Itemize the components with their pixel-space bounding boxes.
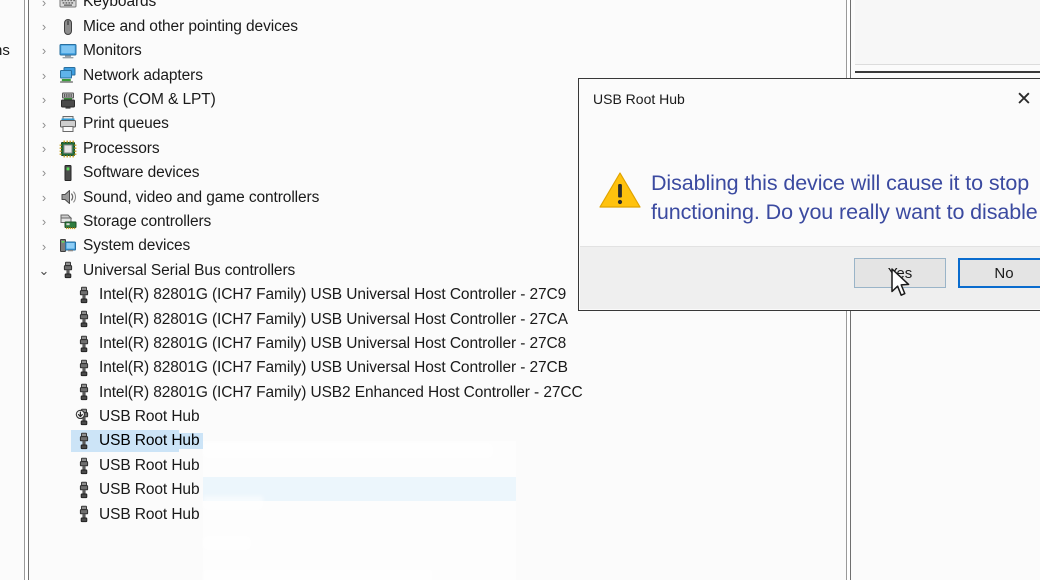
tree-item[interactable]: USB Root Hub [33, 453, 846, 477]
tree-item-label: System devices [83, 237, 191, 255]
tree-item[interactable]: USB Root Hub [33, 502, 846, 526]
usb-icon [71, 310, 97, 328]
disable-device-dialog: USB Root Hub ✕ Disabling this device wil… [578, 78, 1040, 311]
tree-item[interactable]: USB Root Hub [33, 478, 846, 502]
chevron-right-icon[interactable]: › [33, 240, 55, 253]
tree-item-label: Software devices [83, 164, 200, 182]
tree-item-label: Intel(R) 82801G (ICH7 Family) USB Univer… [99, 334, 567, 352]
tree-item[interactable]: USB Root Hub [33, 405, 846, 429]
chevron-right-icon[interactable]: › [33, 142, 55, 155]
chevron-down-icon[interactable]: ⌄ [33, 264, 55, 277]
tree-item-label: Ports (COM & LPT) [83, 91, 216, 108]
tree-item[interactable]: Intel(R) 82801G (ICH7 Family) USB Univer… [33, 331, 846, 355]
right-pane-divider [855, 71, 1040, 73]
tree-item-label: USB Root Hub [99, 505, 200, 523]
usb-icon [71, 481, 97, 499]
network-icon [55, 66, 81, 84]
usb-icon [71, 457, 97, 475]
dialog-message: Disabling this device will cause it to s… [651, 171, 1040, 224]
tree-item[interactable]: Intel(R) 82801G (ICH7 Family) USB2 Enhan… [33, 380, 846, 404]
tree-item-label: Storage controllers [83, 212, 212, 230]
screen-root: ns › Keyboards › Mice and other pointing de… [0, 0, 1040, 580]
speaker-icon [55, 188, 81, 206]
tree-item[interactable]: Intel(R) 82801G (ICH7 Family) USB Univer… [33, 356, 846, 380]
tree-item-label: Monitors [83, 42, 142, 60]
usb-icon [55, 261, 81, 279]
tree-item-label: Intel(R) 82801G (ICH7 Family) USB Univer… [99, 310, 568, 328]
tree-item[interactable]: › Mice and other pointing devices [33, 14, 846, 38]
usb-icon [71, 335, 97, 353]
port-icon [55, 91, 81, 109]
yes-button[interactable]: Yes [854, 258, 946, 288]
tree-item-label: Processors [83, 139, 160, 157]
software-device-icon [55, 164, 81, 182]
tree-item-label: Sound, video and game controllers [83, 188, 320, 206]
tree-item[interactable]: › Keyboards [33, 0, 846, 14]
usb-icon [71, 505, 97, 523]
tree-item-label: USB Root Hub [99, 456, 200, 474]
monitor-icon [55, 42, 81, 60]
right-pane-header [855, 0, 1040, 65]
tree-item-label: Keyboards [83, 0, 157, 11]
usb-icon [71, 286, 97, 304]
left-clipped-pane: ns [0, 0, 24, 580]
usb-disabled-icon [71, 408, 97, 426]
close-icon[interactable]: ✕ [1009, 86, 1039, 112]
storage-card-icon [55, 213, 81, 231]
chevron-right-icon[interactable]: › [33, 118, 55, 131]
mouse-icon [55, 18, 81, 36]
usb-icon [71, 432, 97, 450]
chevron-right-icon[interactable]: › [33, 20, 55, 33]
tree-item-label: Network adapters [83, 66, 203, 84]
chevron-right-icon[interactable]: › [33, 44, 55, 57]
tree-item[interactable]: › Monitors [33, 39, 846, 63]
tree-item-label: Intel(R) 82801G (ICH7 Family) USB2 Enhan… [99, 383, 583, 401]
chevron-right-icon[interactable]: › [33, 93, 55, 106]
printer-icon [55, 115, 81, 133]
tree-item-label: USB Root Hub [97, 433, 204, 449]
chevron-right-icon[interactable]: › [33, 191, 55, 204]
keyboard-icon [55, 0, 81, 11]
processor-icon [55, 140, 81, 158]
chevron-right-icon[interactable]: › [33, 0, 55, 9]
dialog-title: USB Root Hub [593, 91, 685, 107]
left-clipped-text: ns [0, 42, 10, 59]
tree-item-label: USB Root Hub [99, 408, 200, 426]
tree-item-label: USB Root Hub [99, 481, 200, 499]
dialog-button-bar: Yes No [580, 246, 1040, 309]
chevron-right-icon[interactable]: › [33, 69, 55, 82]
usb-icon [71, 359, 97, 377]
no-button[interactable]: No [958, 258, 1040, 288]
chevron-right-icon[interactable]: › [33, 166, 55, 179]
tree-item[interactable]: USB Root Hub [33, 429, 846, 453]
tree-item-label: Intel(R) 82801G (ICH7 Family) USB Univer… [99, 359, 568, 377]
chevron-right-icon[interactable]: › [33, 215, 55, 228]
tree-item-label: Mice and other pointing devices [83, 17, 298, 35]
tree-item-label: Intel(R) 82801G (ICH7 Family) USB Univer… [99, 286, 567, 304]
system-device-icon [55, 237, 81, 255]
tree-item-label: Print queues [83, 115, 169, 133]
usb-icon [71, 383, 97, 401]
warning-triangle-icon [599, 171, 641, 209]
tree-item-label: Universal Serial Bus controllers [83, 261, 296, 279]
left-splitter[interactable] [24, 0, 33, 580]
